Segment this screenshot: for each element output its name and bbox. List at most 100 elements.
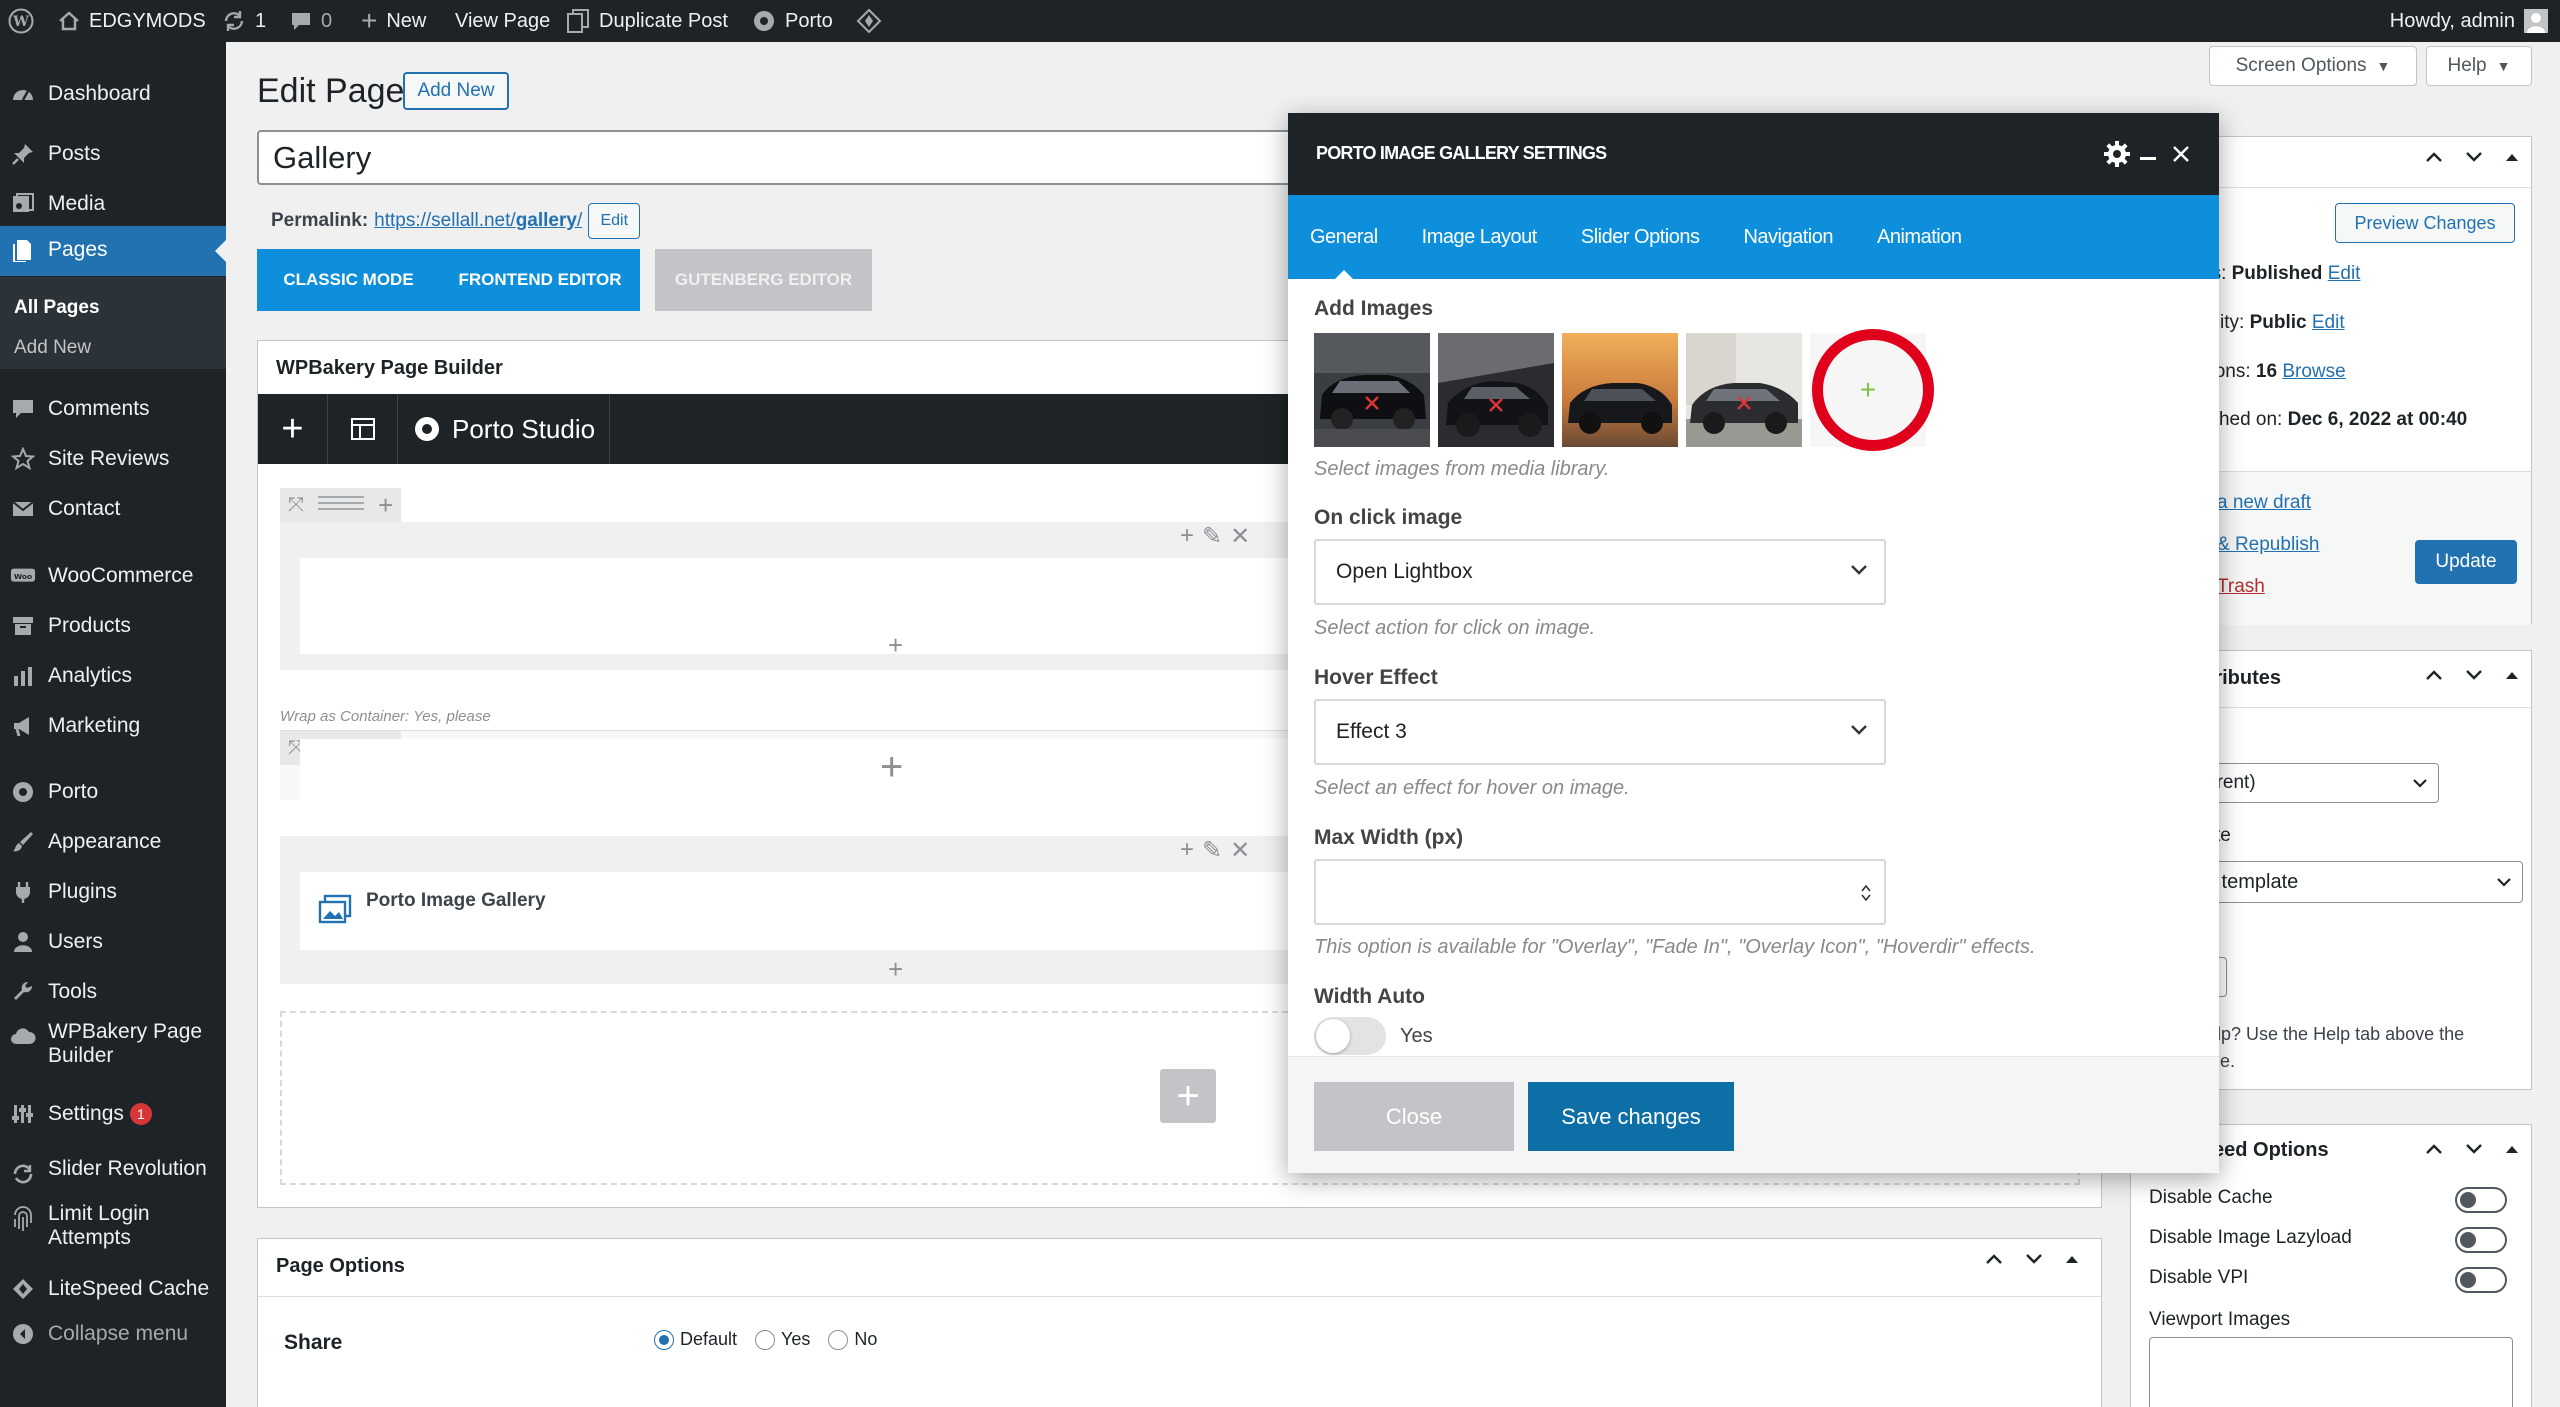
my-account[interactable]: Howdy, admin — [2390, 0, 2548, 42]
column-add-icon[interactable]: + — [1180, 522, 1194, 551]
save-changes-button[interactable]: Save changes — [1528, 1082, 1734, 1151]
gutenberg-editor-button[interactable]: Gutenberg Editor — [655, 249, 872, 311]
visibility-edit-link[interactable]: Edit — [2312, 312, 2345, 333]
sidebar-item-contact[interactable]: Contact — [0, 485, 226, 533]
new-draft-link[interactable]: a new draft — [2217, 492, 2311, 514]
number-spinner-icon[interactable] — [1860, 883, 1872, 903]
row-drag-icon[interactable]: ⤧ — [288, 492, 304, 518]
porto-studio-button[interactable]: Porto Studio — [398, 394, 611, 464]
screen-options-button[interactable]: Screen Options ▼ — [2209, 46, 2417, 86]
republish-link[interactable]: & Republish — [2217, 534, 2319, 556]
comments-link[interactable]: 0 — [290, 0, 332, 42]
parent-select[interactable]: arent) — [2191, 763, 2439, 803]
column-add-element-icon[interactable]: + — [888, 956, 903, 982]
tab-image-layout[interactable]: Image Layout — [1400, 195, 1559, 279]
sidebar-item-settings[interactable]: Settings 1 — [0, 1090, 226, 1138]
row-layout-icon[interactable] — [318, 496, 364, 514]
sidebar-item-marketing[interactable]: Marketing — [0, 702, 226, 750]
sidebar-item-wpbakery-page-builder[interactable]: WPBakery Page Builder — [0, 1018, 226, 1074]
sidebar-item-plugins[interactable]: Plugins — [0, 868, 226, 916]
sidebar-item-analytics[interactable]: Analytics — [0, 652, 226, 700]
move-up-icon[interactable] — [2425, 1143, 2443, 1155]
disable-vpi-toggle[interactable] — [2455, 1267, 2507, 1293]
column-edit-icon[interactable]: ✎ — [1202, 522, 1222, 551]
hover-effect-select[interactable]: Effect 3 — [1314, 699, 1886, 765]
site-name-link[interactable]: EDGYMODS — [58, 0, 206, 42]
sidebar-item-porto[interactable]: Porto — [0, 768, 226, 816]
move-up-icon[interactable] — [1985, 1253, 2003, 1265]
move-up-icon[interactable] — [2425, 151, 2443, 163]
gallery-thumbnail-2[interactable] — [1438, 333, 1554, 447]
add-element-icon[interactable]: + — [258, 394, 328, 464]
minimize-icon[interactable] — [2140, 157, 2156, 160]
move-down-icon[interactable] — [2465, 669, 2483, 681]
gallery-thumbnail-4[interactable] — [1686, 333, 1802, 447]
row-add-icon[interactable]: + — [378, 492, 393, 518]
frontend-editor-button[interactable]: Frontend Editor — [440, 249, 640, 311]
updates-link[interactable]: 1 — [222, 0, 266, 42]
disable-cache-toggle[interactable] — [2455, 1187, 2507, 1213]
sidebar-item-posts[interactable]: Posts — [0, 130, 226, 178]
sidebar-item-pages[interactable]: Pages — [0, 226, 226, 276]
sidebar-item-litespeed-cache[interactable]: LiteSpeed Cache — [0, 1265, 226, 1313]
sidebar-item-woocommerce[interactable]: Woo WooCommerce — [0, 552, 226, 600]
move-down-icon[interactable] — [2025, 1253, 2043, 1265]
litespeed-diamond-icon[interactable] — [856, 0, 882, 42]
column-delete-icon[interactable]: ✕ — [1230, 836, 1250, 865]
permalink-link[interactable]: https://sellall.net/gallery/ — [374, 210, 582, 232]
row-2-add-icon[interactable]: + — [880, 745, 903, 790]
title-input[interactable]: Gallery — [257, 130, 1297, 185]
update-button[interactable]: Update — [2415, 540, 2517, 584]
revisions-browse-link[interactable]: Browse — [2282, 361, 2345, 382]
status-edit-link[interactable]: Edit — [2328, 263, 2361, 284]
on-click-select[interactable]: Open Lightbox — [1314, 539, 1886, 605]
submenu-add-new[interactable]: Add New — [14, 337, 91, 359]
column-delete-icon[interactable]: ✕ — [1230, 522, 1250, 551]
sidebar-item-appearance[interactable]: Appearance — [0, 818, 226, 866]
move-up-icon[interactable] — [2425, 669, 2443, 681]
close-icon[interactable] — [2172, 145, 2190, 163]
tab-navigation[interactable]: Navigation — [1721, 195, 1855, 279]
sidebar-item-tools[interactable]: Tools — [0, 968, 226, 1016]
add-image-button[interactable]: + — [1810, 329, 1934, 451]
sidebar-item-users[interactable]: Users — [0, 918, 226, 966]
porto-link[interactable]: Porto — [752, 0, 833, 42]
collapse-toggle-icon[interactable] — [2505, 152, 2519, 162]
gear-icon[interactable] — [2103, 140, 2131, 168]
sidebar-item-products[interactable]: Products — [0, 602, 226, 650]
move-down-icon[interactable] — [2465, 151, 2483, 163]
width-auto-toggle[interactable] — [1314, 1017, 1386, 1055]
help-button[interactable]: Help ▼ — [2426, 46, 2532, 86]
gallery-thumbnail-3[interactable] — [1562, 333, 1678, 447]
column-edit-icon[interactable]: ✎ — [1202, 836, 1222, 865]
classic-mode-button[interactable]: Classic Mode — [257, 249, 440, 311]
sidebar-item-collapse-menu[interactable]: Collapse menu — [0, 1310, 226, 1358]
sidebar-item-dashboard[interactable]: Dashboard — [0, 70, 226, 118]
permalink-edit-button[interactable]: Edit — [588, 203, 641, 239]
close-button[interactable]: Close — [1314, 1082, 1514, 1151]
viewport-images-textarea[interactable] — [2149, 1337, 2513, 1407]
max-width-input[interactable] — [1314, 859, 1886, 925]
add-new-button[interactable]: Add New — [403, 72, 509, 110]
new-content-link[interactable]: + New — [361, 0, 426, 42]
trash-link[interactable]: Trash — [2217, 576, 2265, 598]
gallery-thumbnail-1[interactable] — [1314, 333, 1430, 447]
sidebar-item-media[interactable]: Media — [0, 180, 226, 228]
templates-icon[interactable] — [328, 394, 398, 464]
sidebar-item-limit-login-attempts[interactable]: Limit Login Attempts — [0, 1200, 226, 1256]
tab-animation[interactable]: Animation — [1855, 195, 1983, 279]
share-option-yes[interactable]: Yes — [755, 1329, 810, 1350]
column-add-element-icon[interactable]: + — [888, 632, 903, 658]
share-option-no[interactable]: No — [828, 1329, 877, 1350]
preview-changes-button[interactable]: Preview Changes — [2335, 203, 2515, 243]
collapse-toggle-icon[interactable] — [2505, 1144, 2519, 1154]
wordpress-logo-icon[interactable]: W — [8, 0, 34, 42]
move-down-icon[interactable] — [2465, 1143, 2483, 1155]
collapse-toggle-icon[interactable] — [2065, 1254, 2079, 1264]
collapse-toggle-icon[interactable] — [2505, 670, 2519, 680]
template-select[interactable]: lt template — [2191, 861, 2523, 903]
add-row-icon[interactable]: + — [1160, 1069, 1216, 1123]
submenu-all-pages[interactable]: All Pages — [14, 297, 100, 319]
disable-lazyload-toggle[interactable] — [2455, 1227, 2507, 1253]
view-page-link[interactable]: View Page — [455, 0, 550, 42]
